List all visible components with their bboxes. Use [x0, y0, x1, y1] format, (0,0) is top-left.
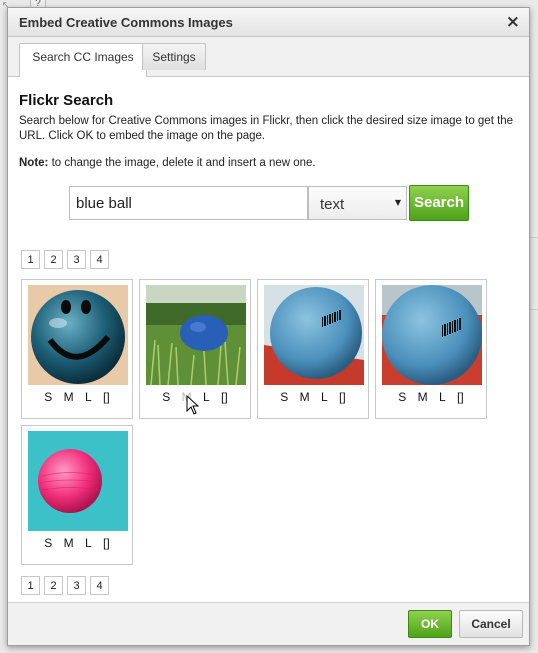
size-small-link[interactable]: S — [280, 390, 288, 404]
result-thumbnail[interactable] — [382, 285, 482, 385]
search-panel: Flickr Search Search below for Creative … — [8, 77, 529, 602]
page-button-4[interactable]: 4 — [90, 250, 109, 269]
result-card: S M L [] — [21, 425, 133, 565]
size-options: S M L [] — [258, 390, 368, 404]
page-button-2[interactable]: 2 — [44, 250, 63, 269]
close-icon[interactable]: × — [506, 11, 520, 33]
tab-strip: Search CC Images Settings — [8, 37, 529, 77]
size-original-link[interactable]: [] — [103, 390, 110, 404]
size-medium-link[interactable]: M — [64, 536, 74, 550]
size-original-link[interactable]: [] — [103, 536, 110, 550]
page-button-4[interactable]: 4 — [90, 576, 109, 595]
size-medium-link[interactable]: M — [300, 390, 310, 404]
dialog-footer: OK Cancel — [8, 602, 529, 645]
size-small-link[interactable]: S — [398, 390, 406, 404]
size-small-link[interactable]: S — [44, 390, 52, 404]
size-large-link[interactable]: L — [85, 536, 92, 550]
search-input[interactable]: blue ball — [69, 186, 308, 220]
note-body: to change the image, delete it and inser… — [48, 157, 316, 169]
note-text: Note: to change the image, delete it and… — [19, 157, 316, 169]
page-button-3[interactable]: 3 — [67, 576, 86, 595]
result-card: S M L [] — [21, 279, 133, 419]
result-thumbnail[interactable] — [28, 285, 128, 385]
size-small-link[interactable]: S — [162, 390, 170, 404]
size-large-link[interactable]: L — [321, 390, 328, 404]
size-large-link[interactable]: L — [85, 390, 92, 404]
size-options: S M L [] — [376, 390, 486, 404]
size-large-link[interactable]: L — [203, 390, 210, 404]
dropdown-arrow-icon: ▼ — [394, 198, 401, 207]
dialog-titlebar[interactable]: Embed Creative Commons Images × — [8, 8, 529, 37]
ok-button[interactable]: OK — [408, 610, 452, 638]
page-button-1[interactable]: 1 — [21, 576, 40, 595]
page-title: Flickr Search — [19, 92, 114, 109]
tab-search-cc-images[interactable]: Search CC Images — [19, 43, 147, 77]
size-large-link[interactable]: L — [439, 390, 446, 404]
result-card: S M L [] — [257, 279, 369, 419]
size-options: S M L [] — [22, 536, 132, 550]
size-original-link[interactable]: [] — [457, 390, 464, 404]
cancel-button[interactable]: Cancel — [459, 610, 523, 638]
page-button-1[interactable]: 1 — [21, 250, 40, 269]
dialog-title: Embed Creative Commons Images — [19, 15, 233, 30]
result-thumbnail[interactable] — [264, 285, 364, 385]
size-medium-link[interactable]: M — [64, 390, 74, 404]
size-medium-link[interactable]: M — [418, 390, 428, 404]
result-card: S M L [] — [375, 279, 487, 419]
page-button-2[interactable]: 2 — [44, 576, 63, 595]
search-type-value: text — [320, 196, 345, 213]
size-original-link[interactable]: [] — [339, 390, 346, 404]
result-thumbnail[interactable] — [28, 431, 128, 531]
page-button-3[interactable]: 3 — [67, 250, 86, 269]
result-thumbnail[interactable] — [146, 285, 246, 385]
search-button[interactable]: Search — [409, 185, 469, 221]
size-original-link[interactable]: [] — [221, 390, 228, 404]
embed-cc-dialog: Embed Creative Commons Images × Search C… — [7, 7, 530, 646]
search-type-select[interactable]: text ▼ — [308, 186, 407, 220]
result-card: S M L [] — [139, 279, 251, 419]
note-label: Note: — [19, 157, 49, 169]
instructions-text: Search below for Creative Commons images… — [19, 115, 514, 142]
size-options: S M L [] — [22, 390, 132, 404]
size-medium-link[interactable]: M — [182, 390, 192, 404]
size-small-link[interactable]: S — [44, 536, 52, 550]
size-options: S M L [] — [140, 390, 250, 404]
tab-settings[interactable]: Settings — [142, 43, 206, 70]
